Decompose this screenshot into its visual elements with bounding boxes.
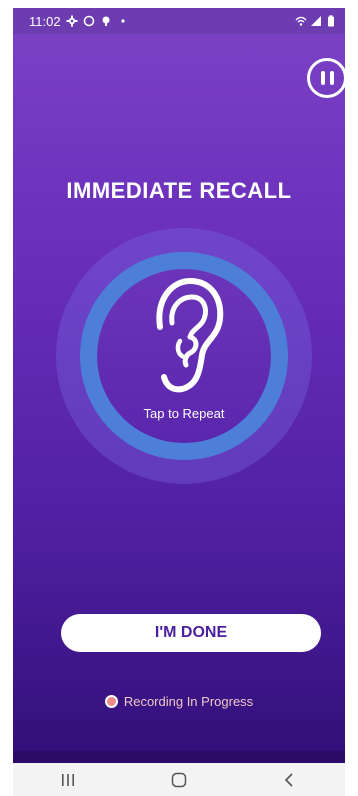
wifi-icon bbox=[295, 16, 307, 26]
navigation-bar bbox=[13, 763, 345, 796]
signal-icon bbox=[311, 16, 321, 26]
device-screen: 11:02 IMMEDIATE RECALL Tap to Repeat I'M… bbox=[13, 8, 345, 796]
pause-button[interactable] bbox=[307, 58, 345, 98]
recording-dot-icon bbox=[104, 695, 118, 708]
tap-to-repeat-label: Tap to Repeat bbox=[143, 406, 225, 421]
page-title: IMMEDIATE RECALL bbox=[66, 178, 292, 203]
done-button[interactable]: I'M DONE bbox=[61, 614, 321, 652]
circle-icon bbox=[83, 15, 94, 27]
battery-icon bbox=[328, 15, 334, 27]
status-bar: 11:02 bbox=[13, 8, 345, 34]
bottom-strip bbox=[13, 751, 345, 763]
pause-icon bbox=[320, 71, 325, 85]
recent-apps-icon bbox=[62, 773, 75, 786]
recall-screen: IMMEDIATE RECALL Tap to Repeat I'M DONE … bbox=[13, 34, 345, 751]
back-button[interactable] bbox=[275, 768, 305, 792]
back-icon bbox=[284, 772, 293, 787]
recording-status: Recording In Progress bbox=[13, 694, 345, 709]
settings-icon bbox=[66, 15, 78, 27]
location-pin-icon bbox=[102, 16, 110, 26]
home-icon bbox=[171, 772, 187, 787]
recording-label: Recording In Progress bbox=[123, 694, 254, 709]
status-time: 11:02 bbox=[29, 13, 61, 29]
ear-icon bbox=[156, 277, 224, 393]
recent-apps-button[interactable] bbox=[53, 768, 83, 792]
dot-icon bbox=[120, 19, 125, 23]
home-button[interactable] bbox=[164, 768, 194, 792]
